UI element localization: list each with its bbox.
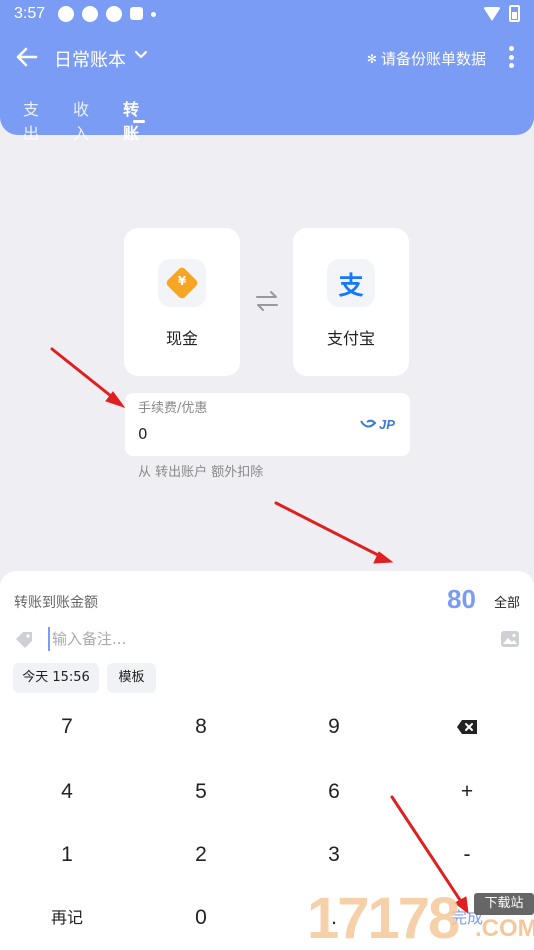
system-icons [483,5,520,22]
top-app-bar: 日常账本 ✻ 请备份账单数据 [0,38,534,78]
svg-text:JP: JP [379,417,395,432]
battery-icon [509,5,520,22]
key-3[interactable]: 3 [267,825,401,885]
fee-hint: 从 转出账户 额外扣除 [138,465,264,480]
key-6[interactable]: 6 [267,762,401,822]
app-header: 3:57 日常账本 ✻ 请备份账单数据 支出 收入 转账 [0,0,534,143]
to-account-label: 支付宝 [326,329,375,348]
watermark-site: 下载站 [474,893,534,915]
backspace-icon[interactable] [456,719,478,735]
annotation-arrow [50,347,118,402]
key-7[interactable]: 7 [0,697,134,757]
app-notification-icon [82,6,98,22]
chevron-down-icon[interactable] [133,47,149,63]
watermark-domain: .COM [475,915,534,942]
app-notification-icon [130,7,143,20]
annotation-arrowhead [373,551,394,564]
key-2[interactable]: 2 [134,825,268,885]
status-time: 3:57 [14,5,46,22]
tab-income[interactable]: 收入 [73,96,103,143]
key-1[interactable]: 1 [0,825,134,885]
status-bar: 3:57 [0,0,534,28]
app-notification-icon [58,6,74,22]
to-account-card[interactable]: 支 支付宝 [293,228,409,376]
fee-label: 手续费/优惠 [138,401,208,416]
fee-field[interactable]: 手续费/优惠 0 JP [125,393,410,456]
fee-value[interactable]: 0 [138,425,148,443]
sync-icon: ✻ [366,51,377,66]
backup-reminder[interactable]: ✻ 请备份账单数据 [367,48,486,69]
more-options-icon[interactable] [508,46,514,68]
all-amount-button[interactable]: 全部 [494,592,520,611]
tab-expense[interactable]: 支出 [23,96,53,143]
key-4[interactable]: 4 [0,762,134,822]
backup-reminder-label: 请备份账单数据 [380,50,486,68]
back-arrow-icon[interactable] [14,44,40,70]
swap-accounts-icon[interactable] [254,290,280,312]
key-5[interactable]: 5 [134,762,268,822]
app-notification-icon [106,6,122,22]
image-icon[interactable] [500,630,520,648]
key-0[interactable]: 0 [134,888,268,948]
annotation-arrow [274,501,384,559]
wifi-icon [483,6,501,21]
record-type-tabs: 支出 收入 转账 [0,96,154,143]
key-8[interactable]: 8 [134,697,268,757]
cash-icon: ¥ [158,259,206,307]
amount-label: 转账到账金额 [14,595,98,611]
site-watermark: 17178 下载站 .COM [305,885,534,950]
record-again-button[interactable]: 再记 [0,888,134,948]
tab-transfer[interactable]: 转账 [123,96,153,143]
template-chip[interactable]: 模板 [107,663,156,693]
active-tab-indicator [133,120,145,123]
alipay-icon: 支 [327,259,375,307]
from-account-card[interactable]: ¥ 现金 [124,228,240,376]
book-selector[interactable]: 日常账本 [54,46,126,72]
date-chip[interactable]: 今天 15:56 [13,663,99,693]
annotation-arrowhead [105,391,126,408]
from-account-label: 现金 [165,329,198,348]
watermark-number: 17178 [307,886,460,950]
amount-value: 80 [447,584,476,614]
key-9[interactable]: 9 [267,697,401,757]
notification-icons [58,6,156,22]
note-input[interactable] [48,627,428,651]
jp-logo-icon: JP [360,417,395,432]
tag-icon[interactable] [14,630,34,648]
more-notifications-icon [151,12,156,17]
key-plus[interactable]: + [400,762,534,822]
key-minus[interactable]: - [400,825,534,885]
